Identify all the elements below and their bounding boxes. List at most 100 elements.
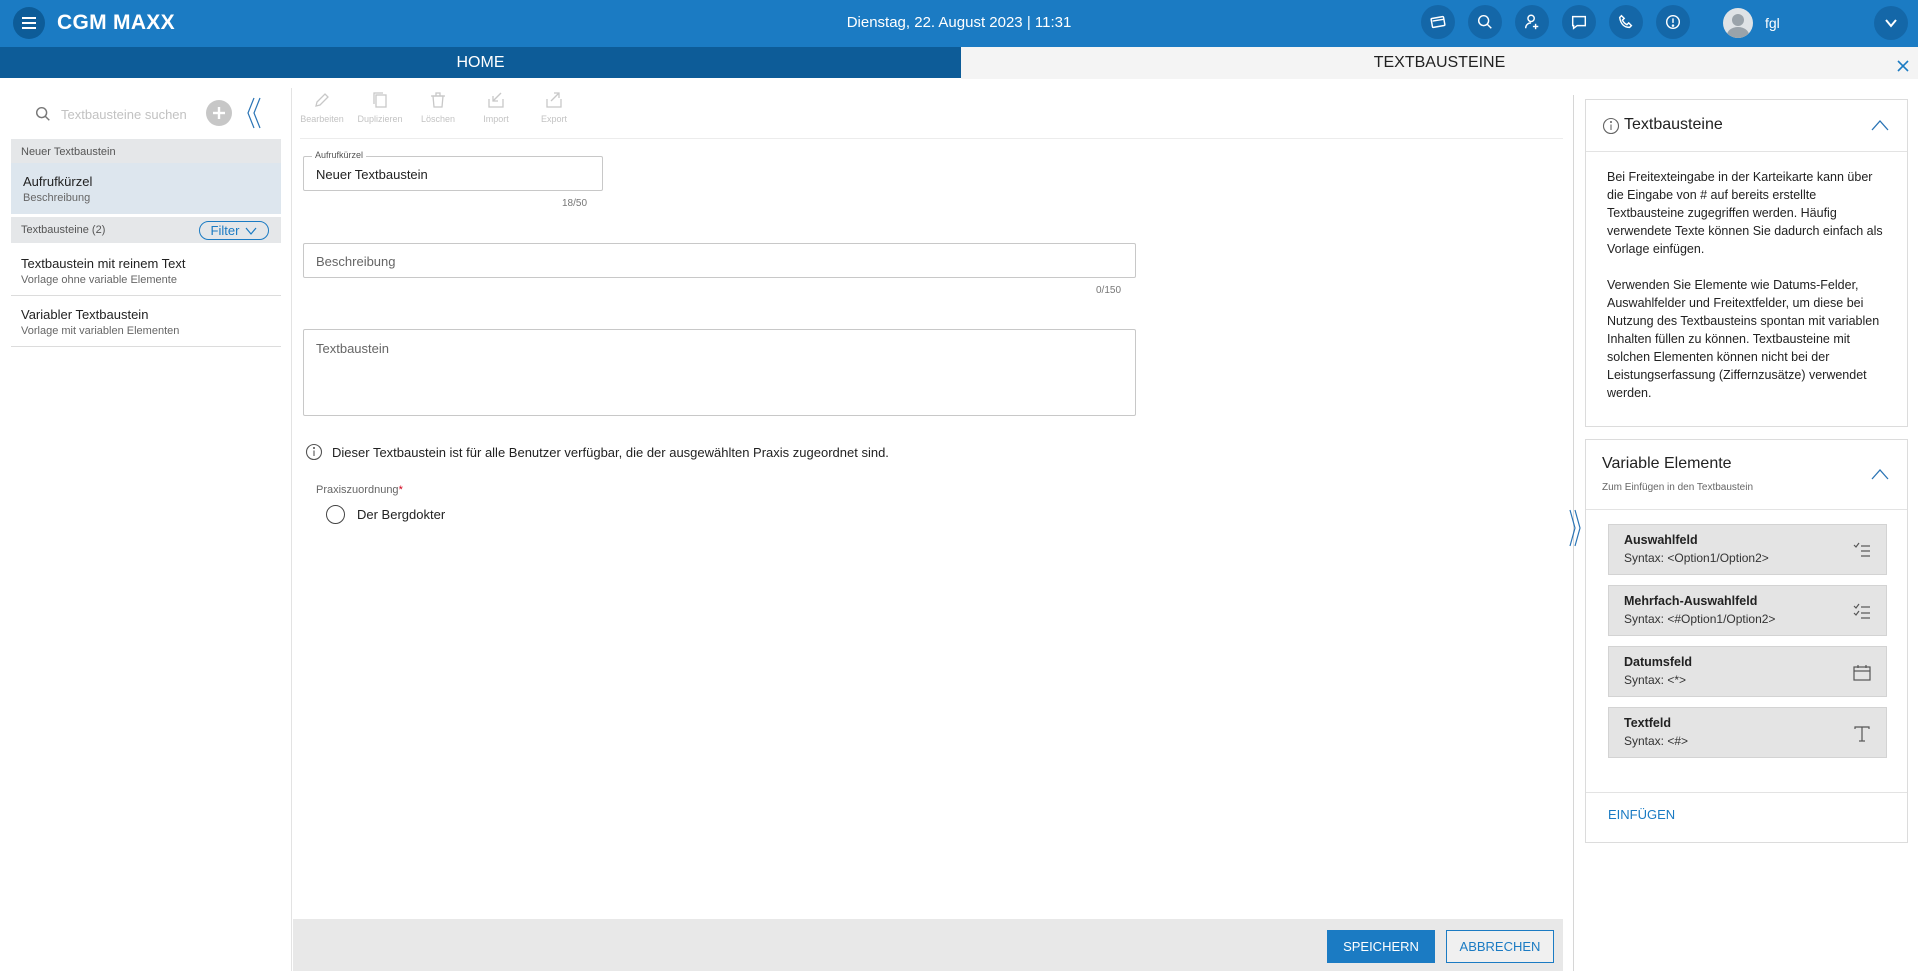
variable-element-syntax: Syntax: <*> xyxy=(1624,673,1687,687)
variable-elements-card: Variable Elemente Zum Einfügen in den Te… xyxy=(1585,439,1908,843)
card-reader-icon[interactable] xyxy=(1421,5,1455,39)
list-item[interactable]: Textbaustein mit reinem Text Vorlage ohn… xyxy=(11,245,281,296)
export-label: Export xyxy=(540,114,567,124)
filter-label: Filter xyxy=(210,222,240,238)
expand-right-panel-icon[interactable] xyxy=(1568,508,1582,548)
phone-icon[interactable] xyxy=(1609,5,1643,39)
plus-icon xyxy=(213,107,225,119)
new-group-header: Neuer Textbaustein xyxy=(11,139,281,165)
variable-element-item[interactable]: Auswahlfeld Syntax: <Option1/Option2> xyxy=(1608,524,1887,575)
chevron-up-icon[interactable] xyxy=(1871,118,1889,131)
toolbar-divider xyxy=(300,138,1563,139)
list-item-subtitle: Vorlage ohne variable Elemente xyxy=(21,274,177,286)
list-item-title: Aufrufkürzel xyxy=(23,174,93,189)
variable-elements-title: Variable Elemente xyxy=(1602,455,1732,472)
variable-elements-header[interactable]: Variable Elemente Zum Einfügen in den Te… xyxy=(1586,440,1907,510)
variable-element-syntax: Syntax: <Option1/Option2> xyxy=(1624,551,1769,565)
single-select-list-icon xyxy=(1852,541,1872,561)
radio-button[interactable] xyxy=(326,505,345,524)
shortcut-char-counter: 18/50 xyxy=(562,198,588,209)
tab-textbausteine[interactable]: TEXTBAUSTEINE xyxy=(961,47,1918,79)
shortcut-field-label: Aufrufkürzel xyxy=(312,150,367,160)
editor-toolbar: Bearbeiten Duplizieren Löschen Import Ex… xyxy=(293,90,583,138)
availability-info-text: Dieser Textbaustein ist für alle Benutze… xyxy=(332,444,889,460)
close-icon[interactable] xyxy=(1894,53,1912,72)
info-card-header[interactable]: Textbausteine xyxy=(1586,100,1907,152)
practice-assignment-label: Praxiszuordnung* xyxy=(316,484,403,496)
list-item-selected[interactable]: Aufrufkürzel Beschreibung xyxy=(11,163,281,214)
import-icon xyxy=(488,92,504,108)
collapse-sidebar-icon[interactable] xyxy=(245,96,263,130)
practice-assignment-text: Praxiszuordnung xyxy=(316,484,399,496)
insert-divider xyxy=(1586,792,1907,793)
info-card-body: Bei Freitexteingabe in der Karteikarte k… xyxy=(1586,152,1907,422)
shortcut-field-value: Neuer Textbaustein xyxy=(316,167,428,182)
variable-element-title: Textfeld xyxy=(1624,716,1671,730)
variable-element-syntax: Syntax: <#Option1/Option2> xyxy=(1624,612,1776,626)
user-name: fgl xyxy=(1765,15,1780,31)
variable-element-title: Mehrfach-Auswahlfeld xyxy=(1624,594,1758,608)
copy-icon xyxy=(373,92,387,108)
textbaustein-textarea[interactable]: Textbaustein xyxy=(303,329,1136,416)
user-avatar[interactable] xyxy=(1723,8,1753,38)
export-icon xyxy=(546,92,562,108)
variable-element-item[interactable]: Textfeld Syntax: <#> xyxy=(1608,707,1887,758)
delete-label: Löschen xyxy=(420,114,456,124)
search-icon[interactable] xyxy=(1468,5,1502,39)
duplicate-button[interactable]: Duplizieren xyxy=(351,90,409,138)
variable-element-item[interactable]: Mehrfach-Auswahlfeld Syntax: <#Option1/O… xyxy=(1608,585,1887,636)
duplicate-label: Duplizieren xyxy=(357,114,403,124)
search-icon xyxy=(35,106,50,121)
info-alert-icon[interactable] xyxy=(1656,5,1690,39)
description-field[interactable]: Beschreibung xyxy=(303,243,1136,278)
availability-info: Dieser Textbaustein ist für alle Benutze… xyxy=(305,443,889,461)
description-placeholder: Beschreibung xyxy=(316,254,396,269)
info-icon xyxy=(1602,117,1620,135)
practice-radio-option[interactable]: Der Bergdokter xyxy=(326,505,445,524)
search-box[interactable] xyxy=(34,101,194,127)
tab-textbausteine-label: TEXTBAUSTEINE xyxy=(1373,54,1506,71)
edit-label: Bearbeiten xyxy=(300,114,344,124)
import-label: Import xyxy=(483,114,509,124)
save-button[interactable]: SPEICHERN xyxy=(1327,930,1435,963)
list-item-subtitle: Vorlage mit variablen Elementen xyxy=(21,325,180,337)
delete-button[interactable]: Löschen xyxy=(409,90,467,138)
edit-button[interactable]: Bearbeiten xyxy=(293,90,351,138)
filter-button[interactable]: Filter xyxy=(199,221,269,240)
info-card: Textbausteine Bei Freitexteingabe in der… xyxy=(1585,99,1908,427)
add-patient-icon[interactable] xyxy=(1515,5,1549,39)
calendar-icon xyxy=(1852,663,1872,683)
variable-element-title: Auswahlfeld xyxy=(1624,533,1698,547)
info-paragraph: Verwenden Sie Elemente wie Datums-Felder… xyxy=(1607,278,1880,400)
pencil-icon xyxy=(315,93,329,107)
top-action-icons xyxy=(1421,5,1690,39)
variable-element-item[interactable]: Datumsfeld Syntax: <*> xyxy=(1608,646,1887,697)
textbaustein-placeholder: Textbaustein xyxy=(316,341,389,356)
tab-home[interactable]: HOME xyxy=(0,47,961,78)
shortcut-field[interactable]: Aufrufkürzel Neuer Textbaustein xyxy=(303,150,603,191)
import-button[interactable]: Import xyxy=(467,90,525,138)
tab-bar: HOME TEXTBAUSTEINE xyxy=(0,47,1918,79)
required-mark: * xyxy=(398,484,403,496)
info-card-title: Textbausteine xyxy=(1624,116,1723,133)
practice-option-label: Der Bergdokter xyxy=(357,507,446,522)
description-char-counter: 0/150 xyxy=(1096,285,1122,296)
search-input[interactable] xyxy=(61,106,191,122)
trash-icon xyxy=(431,92,445,108)
list-item-subtitle: Beschreibung xyxy=(23,192,91,204)
chevron-up-icon[interactable] xyxy=(1871,467,1889,480)
export-button[interactable]: Export xyxy=(525,90,583,138)
multi-select-list-icon xyxy=(1852,602,1872,622)
list-item[interactable]: Variabler Textbaustein Vorlage mit varia… xyxy=(11,296,281,347)
chevron-down-icon xyxy=(245,227,257,235)
variable-element-title: Datumsfeld xyxy=(1624,655,1693,669)
cancel-button[interactable]: ABBRECHEN xyxy=(1446,930,1554,963)
info-paragraph: Bei Freitexteingabe in der Karteikarte k… xyxy=(1607,170,1883,256)
variable-element-syntax: Syntax: <#> xyxy=(1624,734,1689,748)
list-item-title: Variabler Textbaustein xyxy=(21,307,149,322)
chevron-down-icon[interactable] xyxy=(1874,6,1908,40)
add-textbaustein-button[interactable] xyxy=(206,100,232,126)
insert-button[interactable]: EINFÜGEN xyxy=(1608,807,1675,822)
list-group-header: Textbausteine (2) Filter xyxy=(11,217,281,243)
chat-icon[interactable] xyxy=(1562,5,1596,39)
